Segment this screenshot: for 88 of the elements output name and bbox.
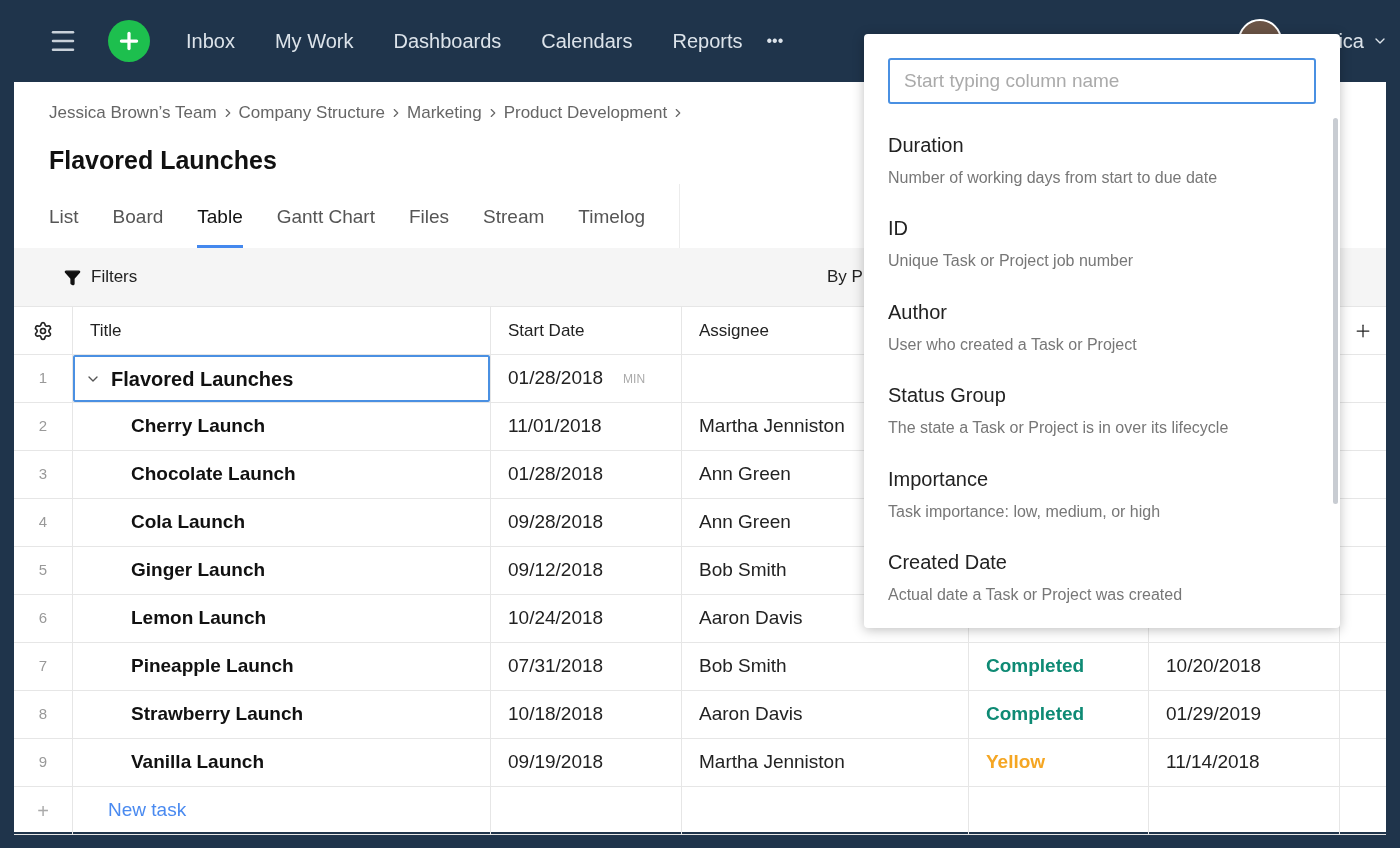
date-cell-text: 10/18/2018: [508, 702, 604, 727]
status-cell-text: Completed: [986, 654, 1085, 679]
column-option[interactable]: ID Unique Task or Project job number: [888, 209, 1308, 293]
tab[interactable]: List: [49, 202, 79, 248]
column-option-description: Number of working days from start to due date: [888, 168, 1219, 188]
nav-link[interactable]: My Work: [254, 26, 374, 56]
date-cell-text: 09/19/2018: [508, 750, 604, 775]
row-number: 3: [38, 464, 48, 485]
assignee-cell-text: Martha Jenniston: [699, 414, 845, 439]
title-cell[interactable]: Strawberry Launch: [73, 691, 490, 738]
title-cell[interactable]: Vanilla Launch: [73, 739, 490, 786]
date-cell-text: 01/28/2018: [508, 462, 604, 487]
tab[interactable]: Gantt Chart: [276, 202, 375, 248]
column-header[interactable]: Start Date: [508, 317, 585, 344]
aggregate-label: MIN: [623, 370, 646, 388]
column-option-name: Status Group: [888, 383, 1007, 409]
page-title: Flavored Launches: [49, 145, 277, 176]
date-cell-text: 11/14/2018: [1166, 750, 1260, 775]
more-button[interactable]: •••: [766, 29, 784, 53]
group-by-button[interactable]: By P: [827, 264, 863, 290]
column-option-name: Duration: [888, 133, 965, 158]
date-cell-text: 11/01/2018: [508, 414, 602, 439]
date-cell-text: 01/29/2019: [1166, 702, 1262, 727]
breadcrumb-link[interactable]: Marketing: [407, 100, 482, 126]
row-number: 8: [38, 704, 48, 725]
nav-link[interactable]: Calendars: [521, 26, 653, 56]
column-option-description: The state a Task or Project is in over its lifecycle: [888, 418, 1230, 439]
filter-icon: [64, 268, 81, 286]
column-option-description: User who created a Task or Project: [888, 334, 1138, 355]
date-cell-text: 09/28/2018: [508, 510, 604, 535]
tab[interactable]: Board: [112, 202, 164, 248]
row-number: 1: [38, 368, 48, 389]
date-cell-text: 07/31/2018: [508, 654, 604, 679]
row-number: 2: [38, 416, 48, 437]
title-cell[interactable]: Chocolate Launch: [73, 451, 490, 498]
column-option[interactable]: Author User who created a Task or Project: [888, 292, 1308, 377]
column-option[interactable]: Duration Number of working days from start to due date: [888, 126, 1308, 210]
column-search-field[interactable]: Start typing column name: [888, 58, 1316, 104]
column-header[interactable]: Title: [90, 317, 122, 344]
date-cell-text: 10/20/2018: [1166, 654, 1262, 679]
title-cell[interactable]: Lemon Launch: [73, 595, 490, 642]
title-cell[interactable]: Cherry Launch: [73, 403, 490, 450]
row-number: 9: [38, 752, 48, 773]
assignee-cell-text: Martha Jenniston: [699, 750, 845, 775]
date-cell-text: 10/24/2018: [508, 606, 604, 631]
status-cell-text: Yellow: [986, 750, 1046, 775]
assignee-cell-text: Bob Smith: [699, 558, 787, 583]
status-cell-text: Completed: [986, 702, 1085, 727]
title-cell[interactable]: Flavored Launches: [73, 355, 490, 402]
column-option-name: Author: [888, 299, 948, 325]
column-option[interactable]: Status Group The state a Task or Project is in over its lifecycle: [888, 376, 1308, 460]
column-option-description: Task importance: low, medium, or high: [888, 501, 1162, 522]
assignee-cell-text: Ann Green: [699, 510, 791, 535]
assignee-cell-text: Bob Smith: [699, 654, 787, 679]
assignee-cell-text: Aaron Davis: [699, 606, 803, 631]
add-button[interactable]: [108, 20, 150, 62]
row-number: 5: [38, 560, 48, 581]
tab[interactable]: Timelog: [578, 202, 646, 248]
column-header[interactable]: Assignee: [699, 317, 769, 344]
column-option[interactable]: Importance Task importance: low, medium, or high: [888, 459, 1308, 543]
column-option-name: Created Date: [888, 549, 1008, 575]
breadcrumb-link[interactable]: Company Structure: [238, 100, 385, 126]
date-cell-text: 09/12/2018: [508, 558, 604, 583]
scrollbar-thumb[interactable]: [1333, 118, 1338, 504]
new-task-link[interactable]: New task: [108, 796, 187, 825]
title-cell[interactable]: Pineapple Launch: [73, 643, 490, 690]
row-number: 7: [38, 656, 48, 677]
title-cell[interactable]: Ginger Launch: [73, 547, 490, 594]
column-option-name: ID: [888, 216, 909, 242]
settings-icon[interactable]: [33, 320, 53, 341]
nav-link[interactable]: Inbox: [166, 26, 255, 56]
column-option-description: Actual date a Task or Project was created: [888, 584, 1184, 605]
assignee-cell-text: Aaron Davis: [699, 702, 803, 727]
assignee-cell-text: Ann Green: [699, 462, 791, 487]
column-option[interactable]: Created Date Actual date a Task or Project was created: [888, 542, 1308, 627]
breadcrumb-link[interactable]: Jessica Brown’s Team: [49, 100, 217, 126]
filters-button[interactable]: Filters: [91, 264, 138, 290]
tab[interactable]: Stream: [483, 202, 545, 248]
breadcrumb-link[interactable]: Product Development: [503, 100, 668, 126]
row-number: 4: [38, 512, 48, 533]
column-option-name: Importance: [888, 466, 990, 492]
date-cell-text: 01/28/2018: [508, 366, 604, 391]
title-cell[interactable]: Cola Launch: [73, 499, 490, 546]
nav-link[interactable]: Dashboards: [373, 26, 522, 56]
nav-link[interactable]: Reports: [652, 26, 763, 56]
row-number: 6: [38, 608, 48, 629]
column-option-description: Unique Task or Project job number: [888, 251, 1135, 272]
tab[interactable]: Files: [408, 202, 450, 248]
